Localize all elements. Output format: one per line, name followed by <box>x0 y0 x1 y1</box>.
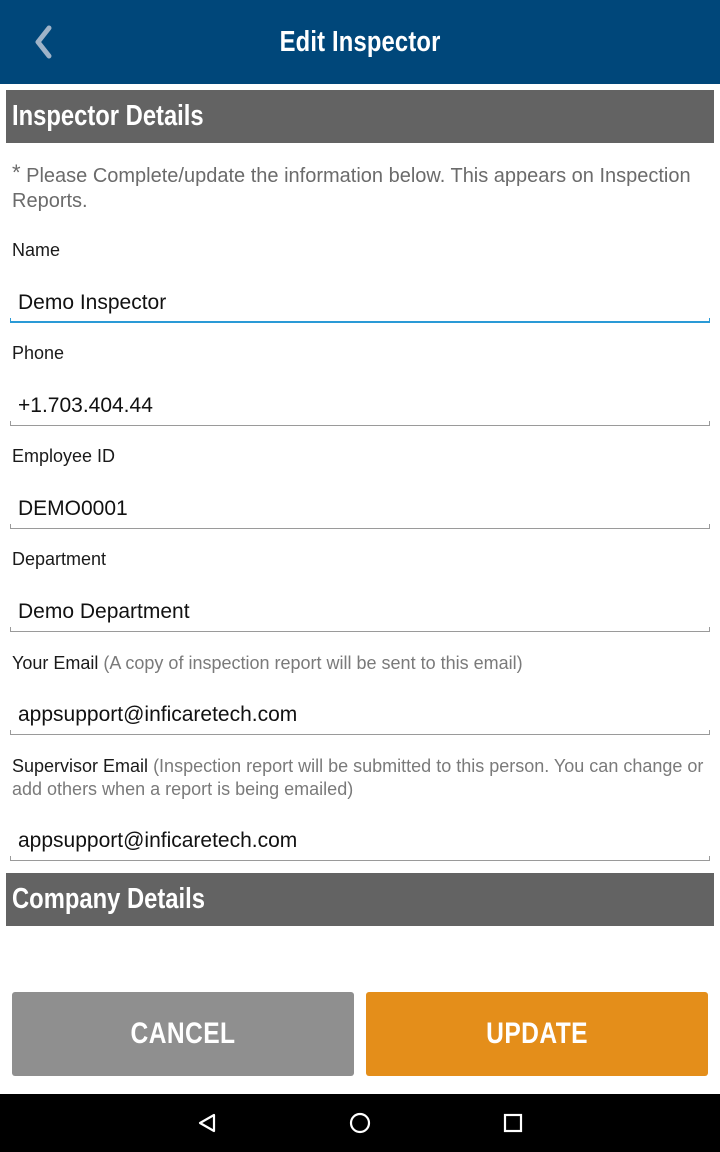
phone-input[interactable] <box>10 386 710 426</box>
nav-back-icon <box>198 1113 216 1133</box>
phone-label: Phone <box>12 342 708 365</box>
update-label: UPDATE <box>486 1017 588 1050</box>
your-email-input[interactable] <box>10 695 710 735</box>
label-text: Supervisor Email <box>12 756 149 776</box>
label-text: Department <box>12 549 107 569</box>
section-title: Inspector Details <box>12 100 204 132</box>
label-text: Your Email <box>12 653 99 673</box>
label-text: Name <box>12 240 61 260</box>
section-title: Company Details <box>12 883 205 915</box>
supervisor-email-label: Supervisor Email (Inspection report will… <box>12 755 708 801</box>
department-input[interactable] <box>10 592 710 632</box>
update-button[interactable]: UPDATE <box>366 992 708 1076</box>
name-label: Name <box>12 239 708 262</box>
nav-home-button[interactable] <box>340 1103 380 1143</box>
page-title: Edit Inspector <box>279 25 441 58</box>
label-text: Employee ID <box>12 446 116 466</box>
field-underline <box>10 421 710 426</box>
back-button[interactable] <box>24 20 64 64</box>
field-underline <box>10 318 710 323</box>
nav-back-button[interactable] <box>187 1103 227 1143</box>
name-input[interactable] <box>10 283 710 323</box>
inspector-details-header: Inspector Details <box>6 90 714 143</box>
cancel-label: CANCEL <box>130 1017 236 1050</box>
employee-id-label: Employee ID <box>12 445 708 468</box>
company-details-header[interactable]: Company Details <box>6 873 714 926</box>
supervisor-email-field[interactable] <box>10 821 710 861</box>
chevron-left-icon <box>35 25 52 59</box>
intro-message: Please Complete/update the information b… <box>12 165 691 212</box>
label-text: Phone <box>12 343 65 363</box>
employee-id-field[interactable] <box>10 489 710 529</box>
nav-recents-icon <box>503 1113 523 1133</box>
label-hint: (A copy of inspection report will be sen… <box>103 653 523 673</box>
app-bar: Edit Inspector <box>0 0 720 84</box>
supervisor-email-input[interactable] <box>10 821 710 861</box>
employee-id-input[interactable] <box>10 489 710 529</box>
field-underline <box>10 524 710 529</box>
your-email-field[interactable] <box>10 695 710 735</box>
department-field[interactable] <box>10 592 710 632</box>
cancel-button[interactable]: CANCEL <box>12 992 354 1076</box>
intro-text: * Please Complete/update the information… <box>12 160 702 214</box>
department-label: Department <box>12 548 708 571</box>
nav-home-icon <box>349 1112 371 1134</box>
your-email-label: Your Email (A copy of inspection report … <box>12 652 708 675</box>
name-field[interactable] <box>10 283 710 323</box>
field-underline <box>10 730 710 735</box>
required-mark: * <box>12 160 21 185</box>
nav-recents-button[interactable] <box>493 1103 533 1143</box>
phone-field[interactable] <box>10 386 710 426</box>
field-underline <box>10 627 710 632</box>
field-underline <box>10 856 710 861</box>
system-navigation-bar <box>0 1094 720 1152</box>
